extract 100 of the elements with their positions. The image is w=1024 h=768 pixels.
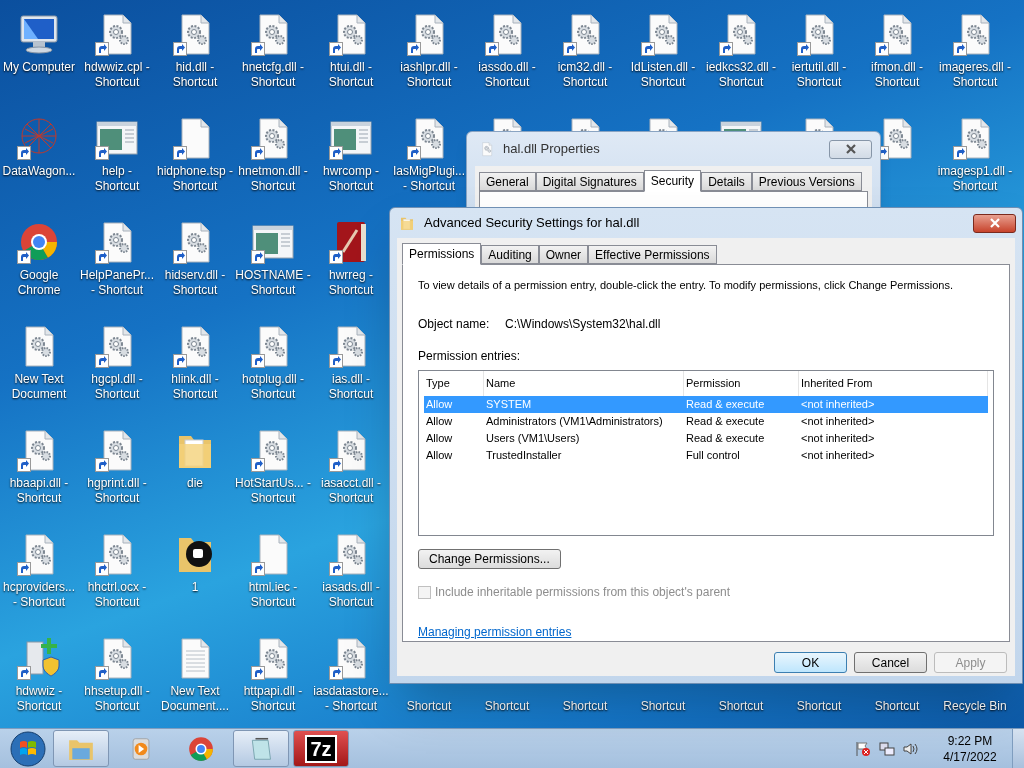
table-cell-text: <not inherited> xyxy=(800,396,876,412)
table-cell-text: Users (VM1\Users) xyxy=(485,430,581,446)
icon-label[interactable]: hcproviders... - Shortcut xyxy=(0,580,78,610)
icon-label[interactable]: HelpPanePr... - Shortcut xyxy=(78,268,156,298)
clock-time[interactable]: 9:22 PM xyxy=(947,732,993,749)
taskbar-button[interactable] xyxy=(53,730,109,767)
icon-label[interactable]: hnetcfg.dll - Shortcut xyxy=(234,60,312,90)
icon-label[interactable]: ias.dll - Shortcut xyxy=(312,372,390,402)
icon-label[interactable]: Shortcut xyxy=(390,684,468,714)
icon-label[interactable]: iasdatastore... - Shortcut xyxy=(312,684,390,714)
clock-date[interactable]: 4/17/2022 xyxy=(943,748,997,765)
icon-label[interactable]: httpapi.dll - Shortcut xyxy=(234,684,312,714)
icon-label[interactable]: hnetmon.dll - Shortcut xyxy=(234,164,312,194)
icon-label[interactable]: help - Shortcut xyxy=(78,164,156,194)
icon-label[interactable]: Shortcut xyxy=(702,684,780,714)
icon-label[interactable]: Shortcut xyxy=(624,684,702,714)
icon-label[interactable]: imageres.dll - Shortcut xyxy=(936,60,1014,90)
icon-label[interactable]: Google Chrome xyxy=(0,268,78,298)
icon-label[interactable]: hdwwiz - Shortcut xyxy=(0,684,78,714)
tab[interactable]: Owner xyxy=(538,245,589,264)
column-header[interactable]: Permission xyxy=(684,370,799,396)
icon-label[interactable]: Recycle Bin xyxy=(936,684,1014,714)
icon-label[interactable]: IdListen.dll - Shortcut xyxy=(624,60,702,90)
dialog-button[interactable]: Cancel xyxy=(854,652,927,673)
icon-label[interactable]: hgcpl.dll - Shortcut xyxy=(78,372,156,402)
object-name-value: C:\Windows\System32\hal.dll xyxy=(505,315,661,333)
icon-label[interactable]: New Text Document.... xyxy=(156,684,234,714)
tab[interactable]: Security xyxy=(643,170,702,192)
change-permissions-button[interactable]: Change Permissions... xyxy=(418,548,561,569)
archive-logo: 7z xyxy=(305,734,337,763)
column-header[interactable]: Name xyxy=(484,370,684,396)
icon-label[interactable]: iassdo.dll - Shortcut xyxy=(468,60,546,90)
icon-label[interactable]: hdwwiz.cpl - Shortcut xyxy=(78,60,156,90)
icon-label[interactable]: iasacct.dll - Shortcut xyxy=(312,476,390,506)
flag-icon[interactable] xyxy=(854,739,872,758)
table-cell-text: TrustedInstaller xyxy=(485,447,563,463)
network-icon[interactable] xyxy=(878,739,896,758)
icon-label[interactable]: imagesp1.dll - Shortcut xyxy=(936,164,1014,194)
instructions-text: To view details of a permission entry, double-click the entry. To modify permissions, click Change Permissions. xyxy=(418,278,954,293)
icon-label[interactable]: iasads.dll - Shortcut xyxy=(312,580,390,610)
icon-label[interactable]: New Text Document xyxy=(0,372,78,402)
icon-label[interactable]: iedkcs32.dll - Shortcut xyxy=(702,60,780,90)
window-title: Advanced Security Settings for hal.dll xyxy=(424,214,641,233)
icon-label[interactable]: iertutil.dll - Shortcut xyxy=(780,60,858,90)
table-row[interactable]: Allow TrustedInstaller Full control <not inherited> xyxy=(424,446,988,464)
icon-label[interactable]: Shortcut xyxy=(858,684,936,714)
icon-label[interactable]: HotStartUs... - Shortcut xyxy=(234,476,312,506)
tab[interactable]: Details xyxy=(701,172,752,191)
close-button[interactable] xyxy=(973,213,1016,233)
icon-label[interactable]: HOSTNAME - Shortcut xyxy=(234,268,312,298)
icon-label[interactable]: hotplug.dll - Shortcut xyxy=(234,372,312,402)
close-icon xyxy=(844,144,857,154)
table-row[interactable]: Allow Users (VM1\Users) Read & execute <not inherited> xyxy=(424,429,988,447)
dialog-button[interactable]: OK xyxy=(774,652,847,673)
icon-label[interactable]: hgprint.dll - Shortcut xyxy=(78,476,156,506)
icon-label[interactable]: IasMigPlugi... - Shortcut xyxy=(390,164,468,194)
table-cell-text: Read & execute xyxy=(685,413,766,429)
icon-label[interactable]: ifmon.dll - Shortcut xyxy=(858,60,936,90)
table-cell-text: Administrators (VM1\Administrators) xyxy=(485,413,664,429)
tab[interactable]: Auditing xyxy=(481,245,539,264)
icon-label[interactable]: icm32.dll - Shortcut xyxy=(546,60,624,90)
icon-label[interactable]: hhctrl.ocx - Shortcut xyxy=(78,580,156,610)
icon-label[interactable]: hid.dll - Shortcut xyxy=(156,60,234,90)
icon-label[interactable]: hbaapi.dll - Shortcut xyxy=(0,476,78,506)
tab[interactable]: Permissions xyxy=(402,243,482,265)
icon-label[interactable]: Shortcut xyxy=(780,684,858,714)
icon-label[interactable]: hhsetup.dll - Shortcut xyxy=(78,684,156,714)
icon-label[interactable]: html.iec - Shortcut xyxy=(234,580,312,610)
help-link[interactable]: Managing permission entries xyxy=(418,623,572,641)
icon-label[interactable]: hidserv.dll - Shortcut xyxy=(156,268,234,298)
icon-label[interactable]: Shortcut xyxy=(546,684,624,714)
field-label: Permission entries: xyxy=(418,347,522,365)
start-button[interactable] xyxy=(7,729,49,768)
tab[interactable]: General xyxy=(479,172,536,191)
icon-label[interactable]: hwrcomp - Shortcut xyxy=(312,164,390,194)
icon-label[interactable]: htui.dll - Shortcut xyxy=(312,60,390,90)
tab[interactable]: Previous Versions xyxy=(751,172,862,191)
column-header[interactable]: Type xyxy=(424,370,484,396)
table-cell-text: Read & execute xyxy=(685,430,766,446)
tab[interactable]: Effective Permissions xyxy=(588,245,717,264)
icon-label[interactable]: hidphone.tsp - Shortcut xyxy=(156,164,234,194)
window-title: hal.dll Properties xyxy=(503,140,601,159)
column-header[interactable]: Inherited From xyxy=(799,370,988,396)
icon-label[interactable]: Shortcut xyxy=(468,684,546,714)
icon-label[interactable]: My Computer xyxy=(0,60,78,75)
table-row[interactable]: Allow Administrators (VM1\Administrators) Read & execute <not inherited> xyxy=(424,412,988,430)
table-cell-text: Read & execute xyxy=(685,396,766,412)
table-cell-text: Allow xyxy=(425,447,454,463)
table-row[interactable]: Allow SYSTEM Read & execute <not inherited> xyxy=(424,395,988,413)
close-button[interactable] xyxy=(829,139,872,159)
tab[interactable]: Digital Signatures xyxy=(535,172,644,191)
taskbar-button[interactable] xyxy=(233,730,289,767)
icon-label[interactable]: die xyxy=(156,476,234,491)
table-cell-text: <not inherited> xyxy=(800,447,876,463)
taskbar-button[interactable]: 7z xyxy=(293,730,349,767)
icon-label[interactable]: hlink.dll - Shortcut xyxy=(156,372,234,402)
icon-label[interactable]: hwrreg - Shortcut xyxy=(312,268,390,298)
field-label: Object name: xyxy=(418,315,491,333)
icon-label[interactable]: iashlpr.dll - Shortcut xyxy=(390,60,468,90)
icon-label[interactable]: DataWagon... xyxy=(0,164,78,179)
